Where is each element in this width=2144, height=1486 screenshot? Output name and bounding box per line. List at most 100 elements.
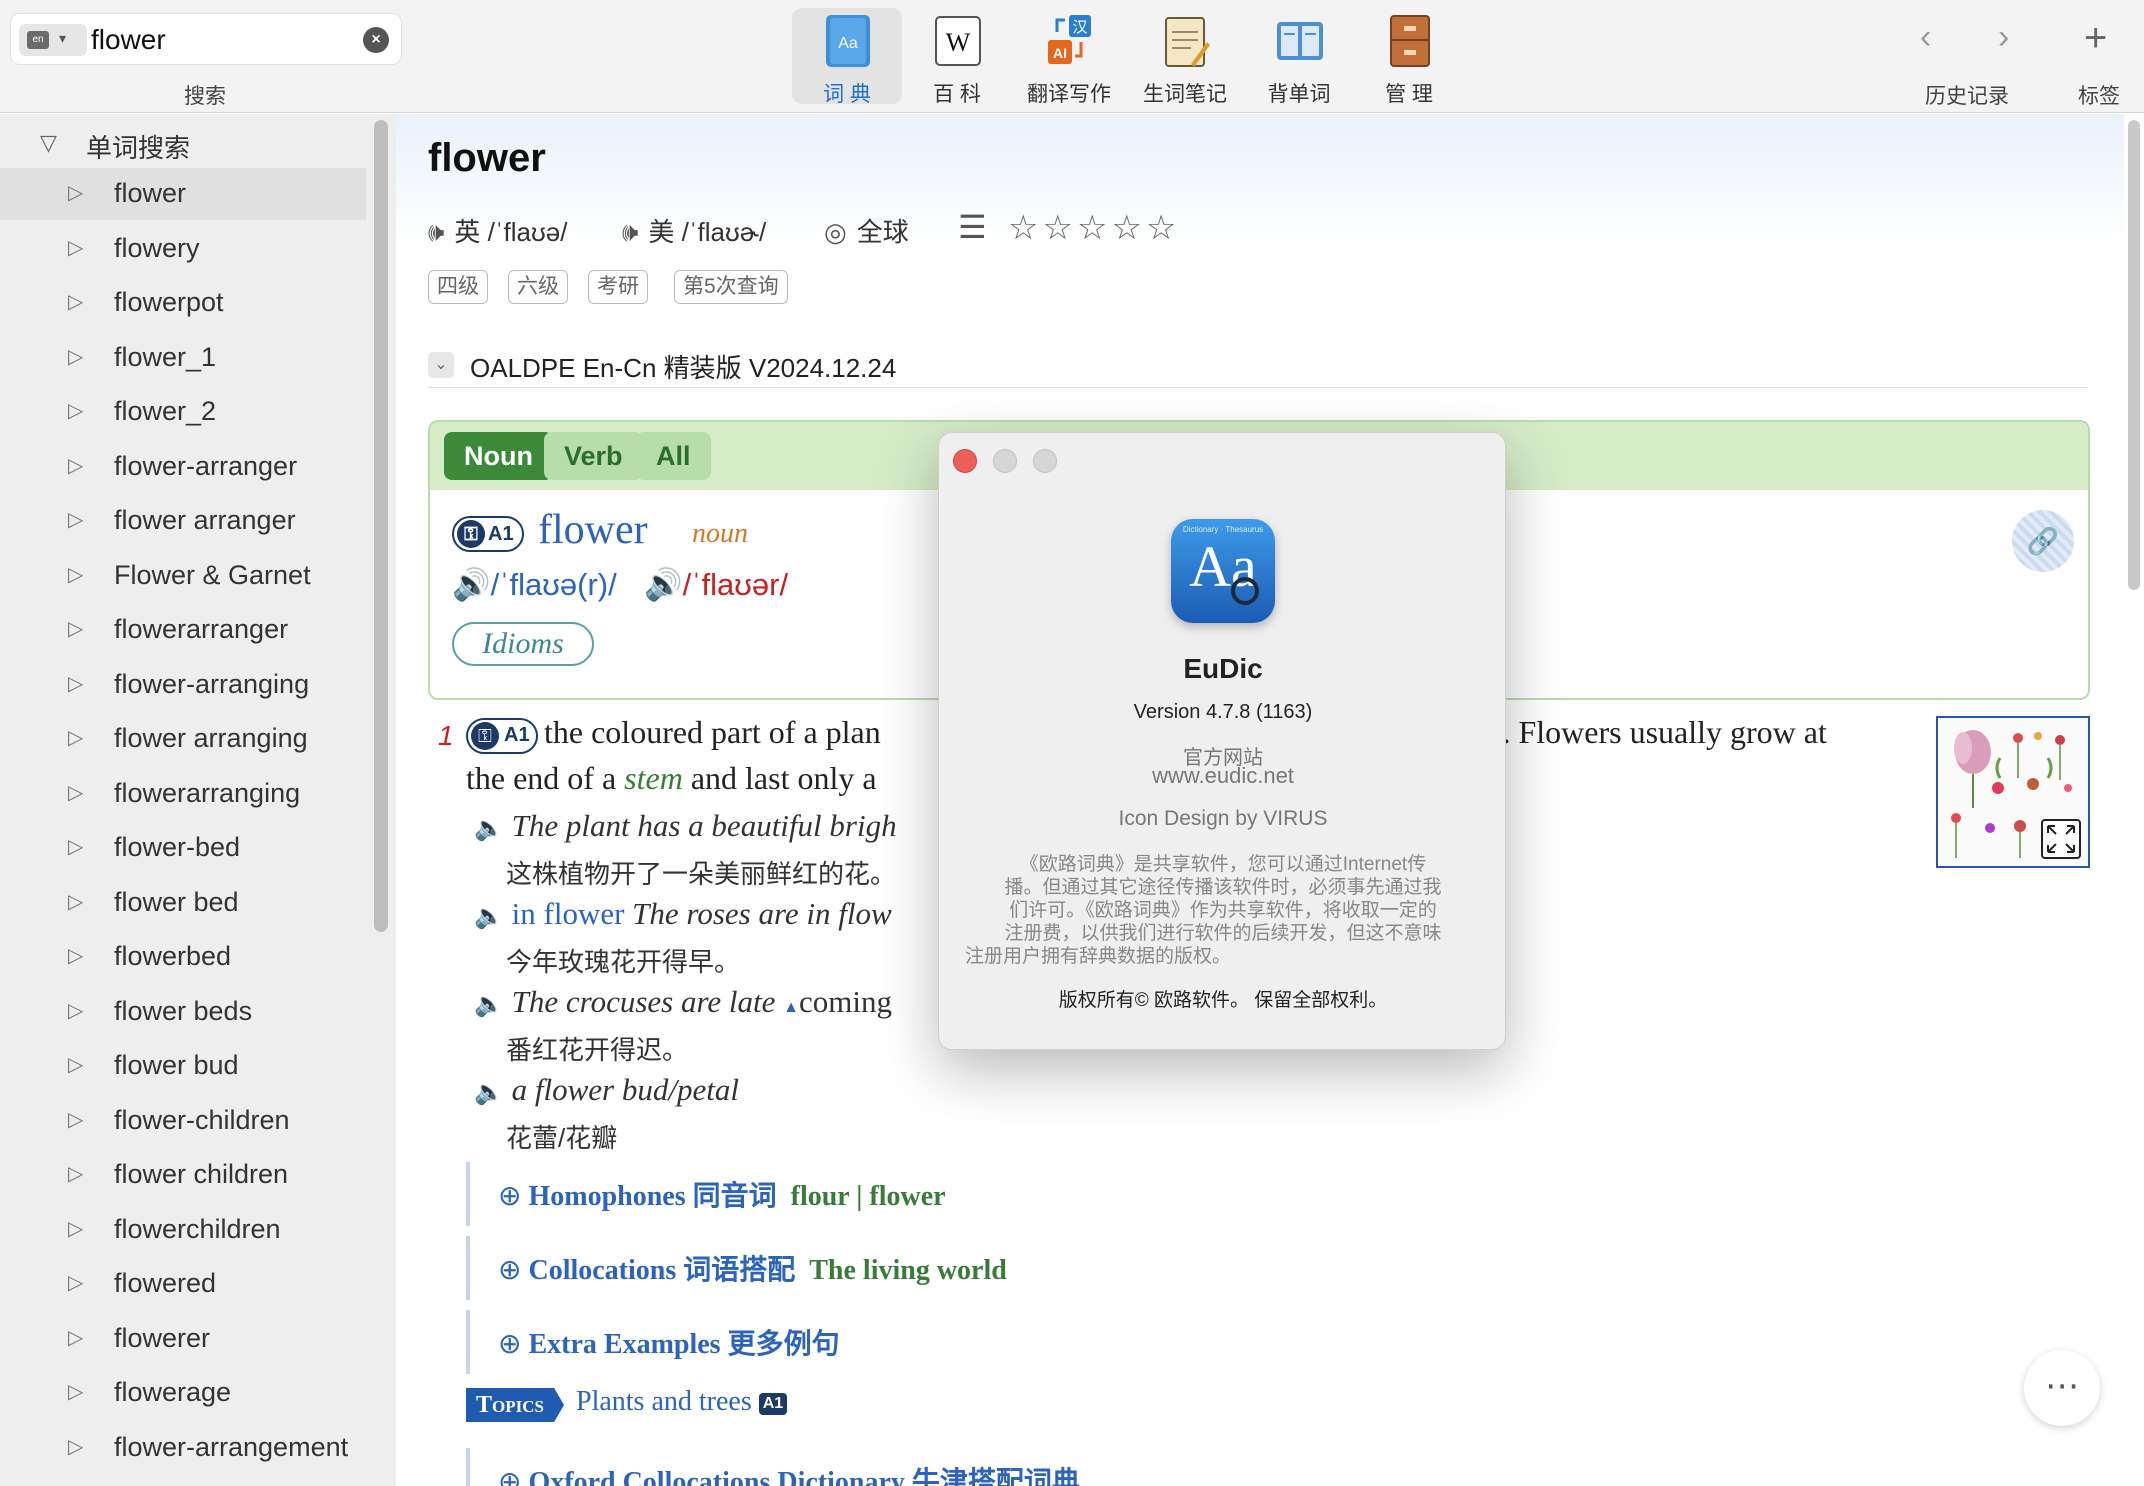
extra-examples-section[interactable]: ⊕ Extra Examples 更多例句: [466, 1310, 840, 1374]
sidebar-word-item[interactable]: ▷ flower arranger: [0, 495, 366, 547]
svg-text:W: W: [946, 28, 971, 57]
uk-pronunciation[interactable]: 🕪 英 /ˈflaʊə/: [428, 212, 567, 249]
sidebar-word-item[interactable]: ▷ Flower & Garnet: [0, 550, 366, 602]
sidebar-word-item[interactable]: ▷ flower-arranger: [0, 441, 366, 493]
us-pronunciation[interactable]: 🕪 美 /ˈflaʊɚ/: [622, 212, 766, 249]
expand-triangle-icon[interactable]: ▷: [68, 1325, 83, 1350]
definition-line-1: ⚿ A1 the coloured part of a plan: [466, 714, 881, 754]
expand-triangle-icon[interactable]: ▷: [68, 1379, 83, 1404]
word-notes-button[interactable]: 生词笔记: [1130, 8, 1240, 106]
speaker-icon[interactable]: 🔈: [474, 992, 504, 1018]
sidebar-word-item[interactable]: ▷ flowerarranging: [0, 768, 366, 820]
tab-all[interactable]: All: [636, 432, 711, 480]
dictionary-button[interactable]: Aa 词 典: [792, 8, 902, 106]
wiki-button[interactable]: W 百 科: [902, 8, 1012, 106]
sidebar-word-item[interactable]: ▷ flowerage: [0, 1367, 366, 1419]
expand-triangle-icon[interactable]: ▷: [68, 725, 83, 750]
language-selector[interactable]: en ▾: [19, 24, 87, 56]
official-site-link[interactable]: www.eudic.net: [939, 763, 1507, 789]
sidebar-word-item[interactable]: ▷ flower: [0, 168, 366, 220]
sidebar-word-item[interactable]: ▷ flower-children: [0, 1095, 366, 1147]
minimize-window-button[interactable]: [993, 449, 1017, 473]
topics-badge: Topics: [466, 1388, 564, 1422]
expand-triangle-icon[interactable]: ▷: [68, 507, 83, 532]
expand-triangle-icon[interactable]: ▷: [68, 453, 83, 478]
expand-triangle-icon[interactable]: ▷: [68, 1052, 83, 1077]
tab-noun[interactable]: Noun: [444, 432, 553, 480]
sidebar-word-item[interactable]: ▷ flower-arrangement: [0, 1422, 366, 1474]
expand-triangle-icon[interactable]: ▷: [68, 180, 83, 205]
expand-triangle-icon[interactable]: ▷: [68, 889, 83, 914]
sidebar-word-item[interactable]: ▷ flowery: [0, 223, 366, 275]
sidebar-word-item[interactable]: ▷ flower-arranging: [0, 659, 366, 711]
zoom-window-button[interactable]: [1033, 449, 1057, 473]
collocations-section[interactable]: ⊕ Collocations 词语搭配 The living world: [466, 1236, 1007, 1300]
close-window-button[interactable]: [953, 449, 977, 473]
expand-triangle-icon[interactable]: ▷: [68, 780, 83, 805]
language-icon: en: [27, 31, 49, 49]
global-pronunciation[interactable]: ◎ 全球: [824, 212, 909, 249]
expand-triangle-icon[interactable]: ▷: [68, 289, 83, 314]
expand-triangle-icon[interactable]: ▷: [68, 235, 83, 260]
sidebar-scrollbar[interactable]: [374, 120, 388, 932]
translate-button[interactable]: 汉 AI 翻译写作: [1014, 8, 1124, 106]
expand-triangle-icon[interactable]: ▷: [68, 943, 83, 968]
uk-ipa[interactable]: 🔊/ˈflaʊə(r)/: [452, 566, 617, 603]
back-chevron-icon[interactable]: ‹: [1920, 18, 1931, 57]
sidebar-word-item[interactable]: ▷ flower beds: [0, 986, 366, 1038]
dictionary-label: 词 典: [823, 83, 871, 106]
list-icon[interactable]: ☰: [958, 208, 987, 246]
sidebar-word-item[interactable]: ▷ flower_2: [0, 386, 366, 438]
sidebar-section-header[interactable]: ▽ 单词搜索: [0, 124, 370, 164]
recite-button[interactable]: 背单词: [1244, 8, 1354, 106]
clear-search-button[interactable]: ×: [363, 27, 389, 53]
expand-triangle-icon[interactable]: ▷: [68, 671, 83, 696]
tab-verb[interactable]: Verb: [544, 432, 643, 480]
sidebar-word-item[interactable]: ▷ flower_1: [0, 332, 366, 384]
expand-triangle-icon[interactable]: ▷: [68, 1434, 83, 1459]
forward-chevron-icon[interactable]: ›: [1998, 18, 2009, 57]
sidebar-word-item[interactable]: ▷ flower bud: [0, 1040, 366, 1092]
sidebar-word-item[interactable]: ▷ flower arranging: [0, 713, 366, 765]
expand-triangle-icon[interactable]: ▷: [68, 562, 83, 587]
dictionary-section-header[interactable]: ⌄ OALDPE En-Cn 精装版 V2024.12.24: [428, 348, 2088, 388]
expand-triangle-icon[interactable]: ▷: [68, 616, 83, 641]
main-scrollbar[interactable]: [2128, 120, 2140, 590]
chevron-down-icon[interactable]: ⌄: [428, 352, 454, 378]
speaker-icon[interactable]: 🔈: [474, 816, 504, 842]
expand-triangle-icon[interactable]: ▷: [68, 998, 83, 1023]
sidebar-word-item[interactable]: ▷ flower bed: [0, 877, 366, 929]
sidebar-word-item[interactable]: ▷ flowerer: [0, 1313, 366, 1365]
sidebar-word-item[interactable]: ▷ flowered: [0, 1258, 366, 1310]
example-1: 🔈 The plant has a beautiful brigh: [474, 808, 897, 843]
oxford-collocations-section[interactable]: ⊕ Oxford Collocations Dictionary 牛津搭配词典: [466, 1448, 1080, 1486]
example-1-translation: 这株植物开了一朵美丽鲜红的花。: [506, 859, 897, 889]
us-ipa[interactable]: 🔊/ˈflaʊər/: [644, 566, 788, 603]
speaker-icon[interactable]: 🔈: [474, 1080, 504, 1106]
sidebar-word-item[interactable]: ▷ flowerarranger: [0, 604, 366, 656]
sidebar-word-item[interactable]: ▷ flowerchildren: [0, 1204, 366, 1256]
homophones-section[interactable]: ⊕ Homophones 同音词 flour | flower: [466, 1162, 946, 1226]
sidebar-word-item[interactable]: ▷ flower-bed: [0, 822, 366, 874]
expand-triangle-icon[interactable]: ▷: [68, 1216, 83, 1241]
expand-triangle-icon[interactable]: ▷: [68, 834, 83, 859]
star-rating[interactable]: ☆☆☆☆☆: [1008, 208, 1180, 248]
sidebar-word-item[interactable]: ▷ flowerbed: [0, 931, 366, 983]
add-tab-button[interactable]: +: [2084, 16, 2107, 61]
link-icon[interactable]: 🔗: [2012, 510, 2074, 572]
expand-triangle-icon[interactable]: ▷: [68, 344, 83, 369]
topics-link[interactable]: Plants and trees A1: [576, 1386, 788, 1418]
expand-triangle-icon[interactable]: ▷: [68, 1270, 83, 1295]
idioms-button[interactable]: Idioms: [452, 622, 594, 666]
sidebar-word-item[interactable]: ▷ flower children: [0, 1149, 366, 1201]
chat-bubble-button[interactable]: ⋯: [2024, 1350, 2100, 1426]
manage-button[interactable]: 管 理: [1354, 8, 1464, 106]
search-input[interactable]: [91, 22, 361, 58]
flower-illustration[interactable]: [1936, 716, 2090, 868]
sidebar-word-label: flower_2: [114, 396, 217, 426]
speaker-icon[interactable]: 🔈: [474, 904, 504, 930]
expand-triangle-icon[interactable]: ▷: [68, 1107, 83, 1132]
expand-triangle-icon[interactable]: ▷: [68, 398, 83, 423]
expand-triangle-icon[interactable]: ▷: [68, 1161, 83, 1186]
sidebar-word-item[interactable]: ▷ flowerpot: [0, 277, 366, 329]
